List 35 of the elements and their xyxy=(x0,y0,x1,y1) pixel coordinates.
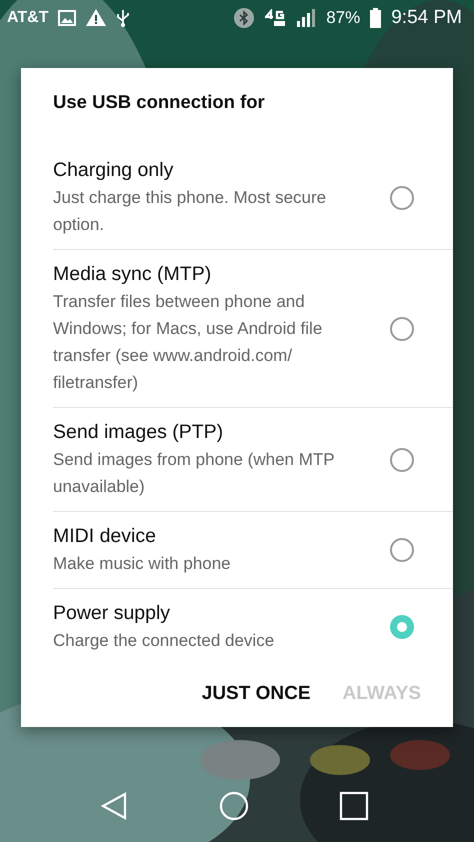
battery-icon xyxy=(370,8,382,28)
dialog-button[interactable]: JUST ONCE xyxy=(202,679,310,709)
radio-button[interactable] xyxy=(390,448,414,472)
back-icon[interactable] xyxy=(99,791,129,821)
option-row[interactable]: Send images (PTP) Send images from phone (when MTP unavailable) xyxy=(53,408,453,512)
clock: 9:54 PM xyxy=(391,6,462,28)
option-row[interactable]: Media sync (MTP) Transfer files between phone and Windows; for Macs, use Android file transfer (see www.android.com/ filetransfer) xyxy=(53,250,453,408)
usb-icon xyxy=(116,8,130,26)
option-description: Transfer files between phone and Windows; for Macs, use Android file transfer (see www.android.com/ filetransfer) xyxy=(53,291,324,394)
option-row[interactable]: Power supply Charge the connected device xyxy=(53,589,453,665)
option-label: Media sync (MTP) xyxy=(53,262,212,287)
option-description: Charge the connected device xyxy=(53,630,276,652)
option-row[interactable]: MIDI device Make music with phone xyxy=(53,512,453,589)
home-icon[interactable] xyxy=(219,791,249,821)
option-label: Send images (PTP) xyxy=(53,420,224,445)
option-description: Send images from phone (when MTP unavailable) xyxy=(53,449,336,498)
option-label: MIDI device xyxy=(53,524,157,549)
option-description: Just charge this phone. Most secure option. xyxy=(53,187,328,236)
signal-icon xyxy=(296,8,316,26)
battery-percent: 87% xyxy=(326,8,360,28)
recents-icon[interactable] xyxy=(339,791,369,821)
network-icon xyxy=(264,8,286,26)
dialog-title: Use USB connection for xyxy=(52,90,266,114)
radio-button[interactable] xyxy=(390,186,414,210)
warning-icon xyxy=(86,9,106,26)
radio-button[interactable] xyxy=(390,615,414,639)
carrier-name: AT&T xyxy=(7,8,48,26)
option-label: Charging only xyxy=(53,158,174,183)
radio-button[interactable] xyxy=(390,316,414,340)
option-label: Power supply xyxy=(53,601,172,626)
option-row[interactable]: Charging only Just charge this phone. Most secure option. xyxy=(53,146,453,250)
image-icon xyxy=(58,10,76,26)
radio-button[interactable] xyxy=(390,538,414,562)
option-description: Make music with phone xyxy=(53,553,232,575)
bluetooth-icon xyxy=(234,8,254,28)
